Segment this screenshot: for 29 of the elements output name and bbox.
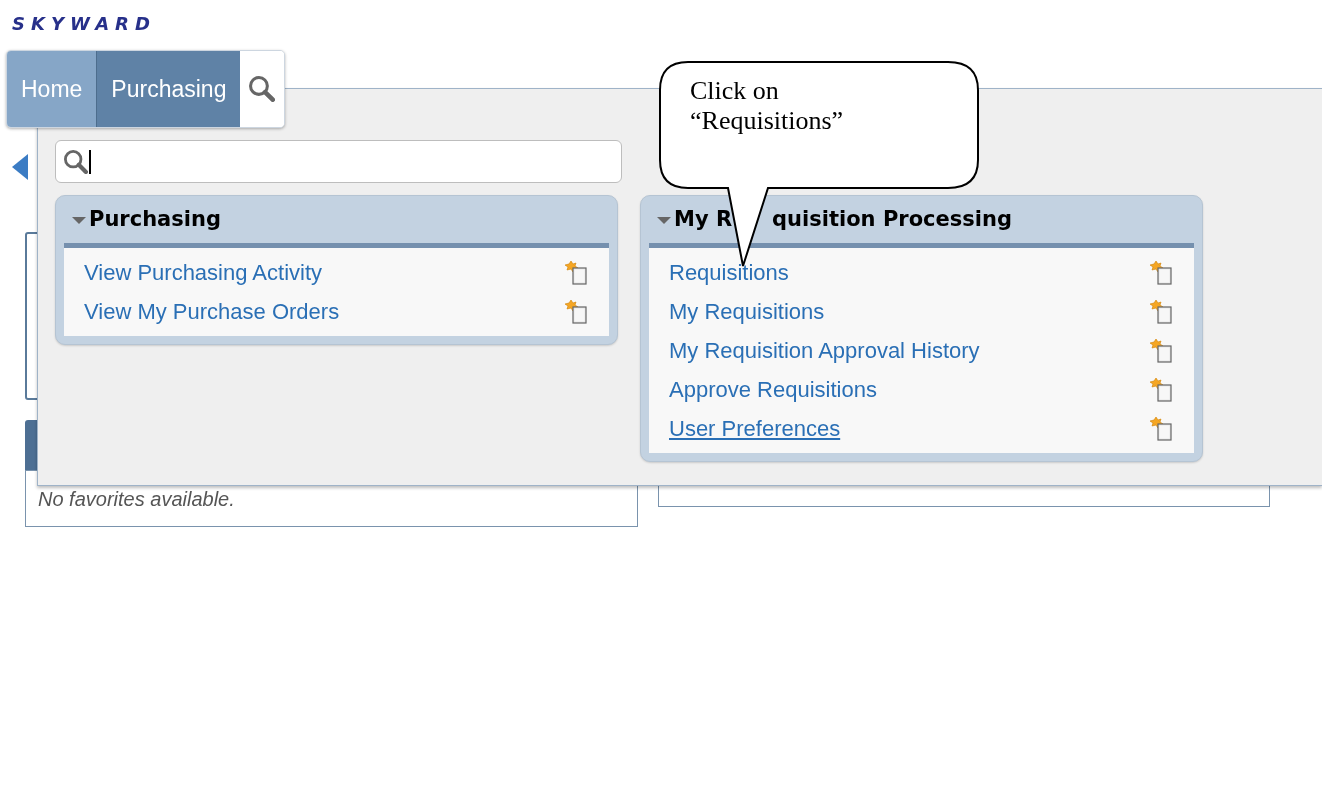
menu-link[interactable]: My Requisition Approval History bbox=[669, 334, 980, 367]
menu-search-field[interactable] bbox=[55, 140, 622, 183]
logo: SKYWARD bbox=[12, 13, 156, 34]
add-favorite-icon[interactable] bbox=[1150, 415, 1174, 442]
search-button[interactable] bbox=[240, 51, 285, 127]
panel-title: Purchasing bbox=[89, 205, 221, 233]
menu-link[interactable]: My Requisitions bbox=[669, 295, 825, 328]
nav-tab[interactable]: Purchasing bbox=[96, 51, 241, 127]
menu-link[interactable]: Approve Requisitions bbox=[669, 373, 877, 406]
collapse-caret-icon[interactable] bbox=[657, 214, 671, 225]
add-favorite-icon[interactable] bbox=[1150, 337, 1174, 364]
menu-link[interactable]: User Preferences bbox=[669, 412, 841, 445]
add-favorite-icon[interactable] bbox=[1150, 259, 1174, 286]
back-arrow-icon[interactable] bbox=[12, 154, 28, 180]
empty-message: No favorites available. bbox=[38, 487, 235, 512]
menu-link[interactable]: Requisitions bbox=[669, 256, 789, 289]
collapse-caret-icon[interactable] bbox=[72, 214, 86, 225]
search-icon bbox=[64, 149, 88, 174]
add-favorite-icon[interactable] bbox=[565, 259, 589, 286]
add-favorite-icon[interactable] bbox=[1150, 298, 1174, 325]
panel-title: quisition Processing bbox=[772, 205, 1012, 233]
panel-title: My R bbox=[674, 205, 733, 233]
add-favorite-icon[interactable] bbox=[565, 298, 589, 325]
add-favorite-icon[interactable] bbox=[1150, 376, 1174, 403]
menu-link[interactable]: View My Purchase Orders bbox=[84, 295, 340, 328]
nav-tab[interactable]: Home bbox=[7, 51, 97, 127]
callout-text: Click on “Requisitions” bbox=[690, 76, 845, 136]
search-icon bbox=[249, 76, 276, 102]
menu-link[interactable]: View Purchasing Activity bbox=[84, 256, 323, 289]
